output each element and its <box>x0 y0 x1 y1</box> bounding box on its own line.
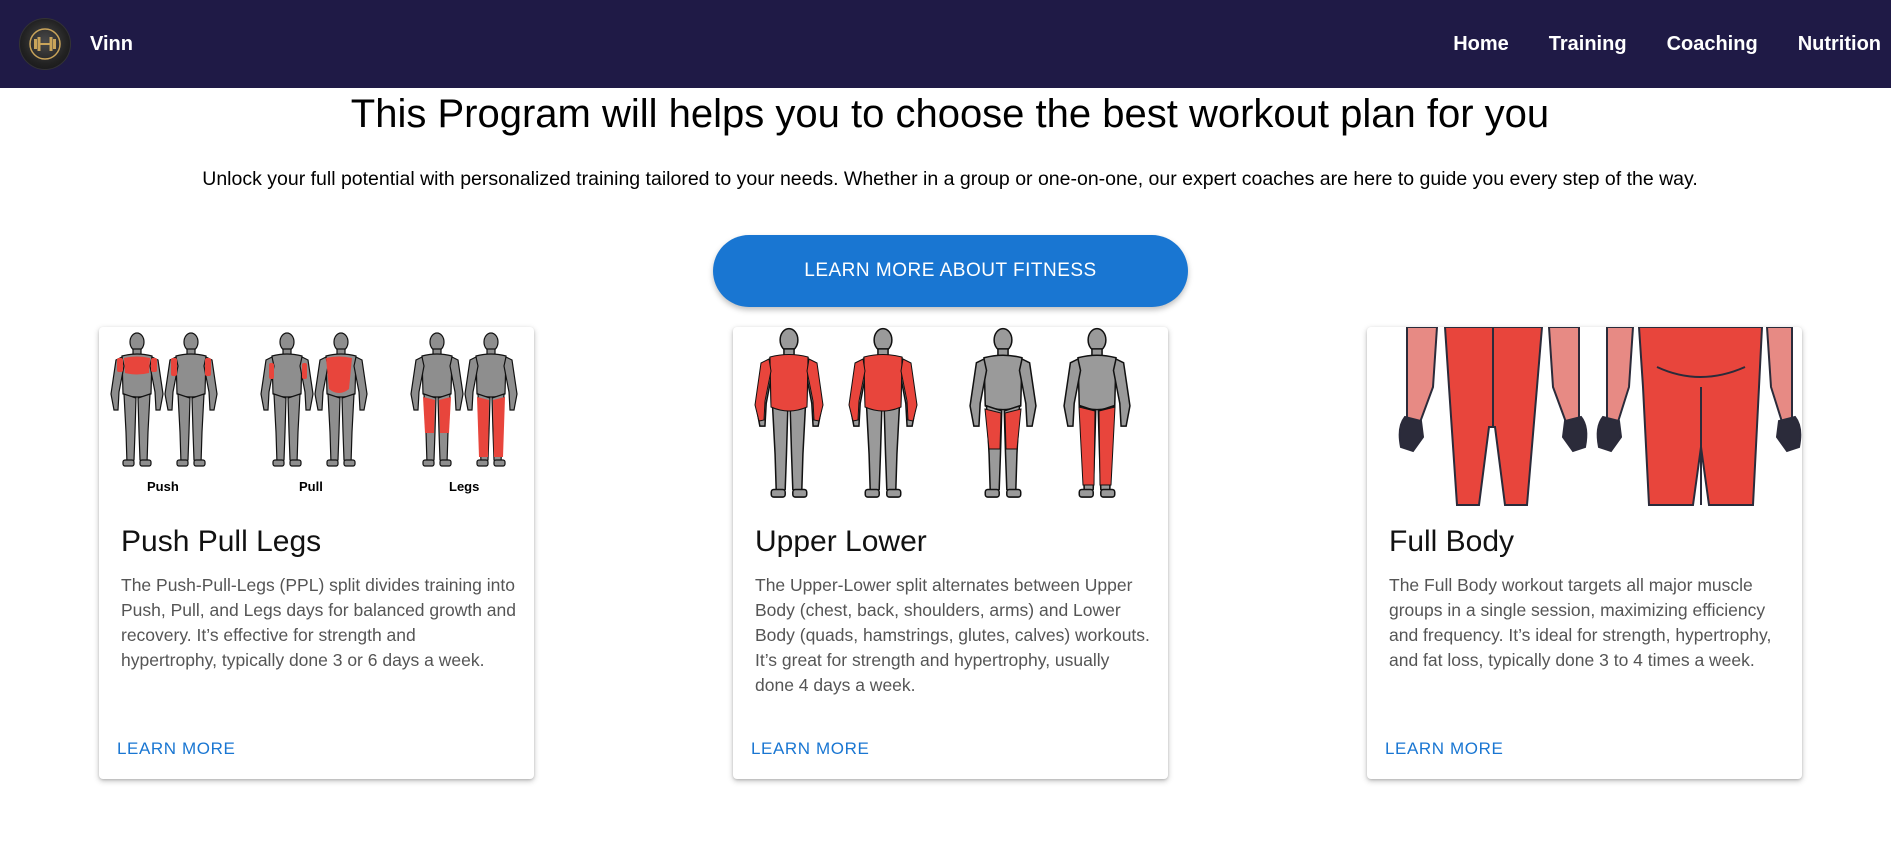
page-title: This Program will helps you to choose th… <box>350 92 1550 136</box>
nav-link-training[interactable]: Training <box>1549 33 1627 56</box>
nav-link-coaching[interactable]: Coaching <box>1667 33 1758 56</box>
card-title: Push Pull Legs <box>121 525 322 558</box>
nav-link-nutrition[interactable]: Nutrition <box>1798 33 1881 56</box>
dumbbell-logo-icon[interactable] <box>20 19 70 69</box>
card-title: Upper Lower <box>755 525 927 558</box>
hero-subtitle: Unlock your full potential with personal… <box>202 168 1698 190</box>
learn-more-fitness-button[interactable]: LEARN MORE ABOUT FITNESS <box>713 235 1188 307</box>
push-label: Push <box>147 479 179 494</box>
workout-card-ppl: Push Pull Legs Push Pull Legs The Push-P… <box>99 327 534 779</box>
navbar: Vinn Home Training Coaching Nutrition <box>0 0 1891 88</box>
nav-link-home[interactable]: Home <box>1453 33 1509 56</box>
brand-name[interactable]: Vinn <box>90 33 133 56</box>
card-description: The Full Body workout targets all major … <box>1389 575 1772 670</box>
workout-card-upper-lower: Upper Lower The Upper-Lower split altern… <box>733 327 1168 779</box>
workout-card-full-body: Full Body The Full Body workout targets … <box>1367 327 1802 779</box>
legs-label: Legs <box>449 479 479 494</box>
card-description: The Upper-Lower split alternates between… <box>755 575 1150 695</box>
pull-label: Pull <box>299 479 323 494</box>
brand[interactable]: Vinn <box>20 19 133 69</box>
card-description: The Push-Pull-Legs (PPL) split divides t… <box>121 575 516 670</box>
learn-more-button[interactable]: LEARN MORE <box>751 739 869 759</box>
ppl-muscle-diagram: Push Pull Legs <box>110 332 518 494</box>
full-body-muscle-diagram <box>1398 327 1802 506</box>
learn-more-button[interactable]: LEARN MORE <box>1385 739 1503 759</box>
learn-more-button[interactable]: LEARN MORE <box>117 739 235 759</box>
card-title: Full Body <box>1389 525 1515 558</box>
upper-lower-muscle-diagram <box>754 327 1131 498</box>
nav-links: Home Training Coaching Nutrition <box>1453 33 1881 56</box>
